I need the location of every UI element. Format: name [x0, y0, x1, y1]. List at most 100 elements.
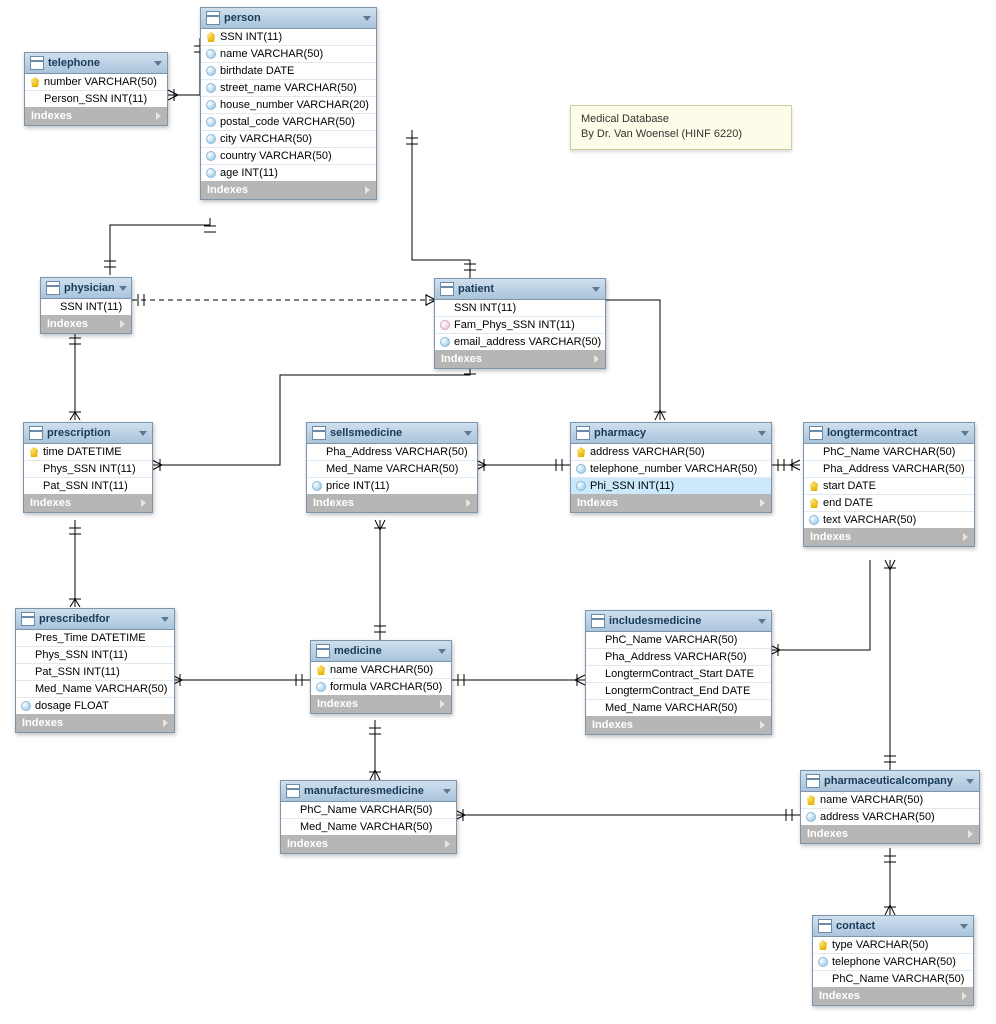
column-row[interactable]: age INT(11) — [201, 165, 376, 181]
entity-title[interactable]: pharmacy — [571, 423, 771, 444]
column-row[interactable]: start DATE — [804, 478, 974, 495]
column-row[interactable]: Pha_Address VARCHAR(50) — [804, 461, 974, 478]
entity-prescription[interactable]: prescriptiontime DATETIMEPhys_SSN INT(11… — [23, 422, 153, 513]
indexes-label: Indexes — [287, 838, 328, 850]
entity-manufacturesmedicine[interactable]: manufacturesmedicinePhC_Name VARCHAR(50)… — [280, 780, 457, 854]
entity-title[interactable]: medicine — [311, 641, 451, 662]
entity-title[interactable]: patient — [435, 279, 605, 300]
column-row[interactable]: Phys_SSN INT(11) — [24, 461, 152, 478]
column-row[interactable]: text VARCHAR(50) — [804, 512, 974, 528]
column-row[interactable]: SSN INT(11) — [201, 29, 376, 46]
triangle-right-icon — [760, 721, 765, 729]
indexes-row[interactable]: Indexes — [41, 315, 131, 333]
column-row[interactable]: Phi_SSN INT(11) — [571, 478, 771, 494]
entity-sellsmedicine[interactable]: sellsmedicinePha_Address VARCHAR(50)Med_… — [306, 422, 478, 513]
entity-pharmaceuticalcompany[interactable]: pharmaceuticalcompanyname VARCHAR(50)add… — [800, 770, 980, 844]
entity-title[interactable]: prescribedfor — [16, 609, 174, 630]
column-row[interactable]: birthdate DATE — [201, 63, 376, 80]
indexes-row[interactable]: Indexes — [201, 181, 376, 199]
entity-title[interactable]: pharmaceuticalcompany — [801, 771, 979, 792]
entity-patient[interactable]: patientSSN INT(11)Fam_Phys_SSN INT(11)em… — [434, 278, 606, 369]
indexes-row[interactable]: Indexes — [804, 528, 974, 546]
indexes-row[interactable]: Indexes — [25, 107, 167, 125]
indexes-row[interactable]: Indexes — [586, 716, 771, 734]
entity-person[interactable]: personSSN INT(11)name VARCHAR(50)birthda… — [200, 7, 377, 200]
column-row[interactable]: dosage FLOAT — [16, 698, 174, 714]
column-row[interactable]: price INT(11) — [307, 478, 477, 494]
entity-title[interactable]: physician — [41, 278, 131, 299]
entity-title[interactable]: prescription — [24, 423, 152, 444]
column-row[interactable]: Person_SSN INT(11) — [25, 91, 167, 107]
column-row[interactable]: PhC_Name VARCHAR(50) — [813, 971, 973, 987]
indexes-row[interactable]: Indexes — [281, 835, 456, 853]
indexes-row[interactable]: Indexes — [813, 987, 973, 1005]
indexes-row[interactable]: Indexes — [16, 714, 174, 732]
column-row[interactable]: email_address VARCHAR(50) — [435, 334, 605, 350]
column-row[interactable]: Pres_Time DATETIME — [16, 630, 174, 647]
entity-title[interactable]: includesmedicine — [586, 611, 771, 632]
column-row[interactable]: Fam_Phys_SSN INT(11) — [435, 317, 605, 334]
column-row[interactable]: Pha_Address VARCHAR(50) — [586, 649, 771, 666]
entity-pharmacy[interactable]: pharmacyaddress VARCHAR(50)telephone_num… — [570, 422, 772, 513]
column-row[interactable]: PhC_Name VARCHAR(50) — [804, 444, 974, 461]
column-row[interactable]: time DATETIME — [24, 444, 152, 461]
column-row[interactable]: name VARCHAR(50) — [201, 46, 376, 63]
entity-medicine[interactable]: medicinename VARCHAR(50)formula VARCHAR(… — [310, 640, 452, 714]
column-row[interactable]: SSN INT(11) — [435, 300, 605, 317]
column-row[interactable]: address VARCHAR(50) — [571, 444, 771, 461]
column-row[interactable]: LongtermContract_End DATE — [586, 683, 771, 700]
entity-title[interactable]: longtermcontract — [804, 423, 974, 444]
column-row[interactable]: PhC_Name VARCHAR(50) — [586, 632, 771, 649]
column-row[interactable]: LongtermContract_Start DATE — [586, 666, 771, 683]
column-row[interactable]: Med_Name VARCHAR(50) — [16, 681, 174, 698]
blank-icon — [591, 686, 601, 696]
entity-telephone[interactable]: telephonenumber VARCHAR(50) Person_SSN IN… — [24, 52, 168, 126]
column-row[interactable]: formula VARCHAR(50) — [311, 679, 451, 695]
column-row[interactable]: address VARCHAR(50) — [801, 809, 979, 825]
column-row[interactable]: number VARCHAR(50) — [25, 74, 167, 91]
column-row[interactable]: Med_Name VARCHAR(50) — [307, 461, 477, 478]
indexes-row[interactable]: Indexes — [307, 494, 477, 512]
key-icon — [818, 940, 828, 950]
column-row[interactable]: house_number VARCHAR(20) — [201, 97, 376, 114]
column-row[interactable]: telephone VARCHAR(50) — [813, 954, 973, 971]
column-row[interactable]: city VARCHAR(50) — [201, 131, 376, 148]
column-row[interactable]: end DATE — [804, 495, 974, 512]
entity-title[interactable]: person — [201, 8, 376, 29]
column-row[interactable]: Pha_Address VARCHAR(50) — [307, 444, 477, 461]
entity-longtermcontract[interactable]: longtermcontractPhC_Name VARCHAR(50)Pha_… — [803, 422, 975, 547]
triangle-right-icon — [156, 112, 161, 120]
column-row[interactable]: SSN INT(11) — [41, 299, 131, 315]
entity-title[interactable]: manufacturesmedicine — [281, 781, 456, 802]
chevron-down-icon — [961, 431, 969, 436]
indexes-row[interactable]: Indexes — [801, 825, 979, 843]
column-row[interactable]: telephone_number VARCHAR(50) — [571, 461, 771, 478]
column-row[interactable]: name VARCHAR(50) — [801, 792, 979, 809]
column-row[interactable]: Med_Name VARCHAR(50) — [281, 819, 456, 835]
column-row[interactable]: Pat_SSN INT(11) — [16, 664, 174, 681]
column-row[interactable]: Med_Name VARCHAR(50) — [586, 700, 771, 716]
column-row[interactable]: country VARCHAR(50) — [201, 148, 376, 165]
column-row[interactable]: name VARCHAR(50) — [311, 662, 451, 679]
entity-physician[interactable]: physicianSSN INT(11)Indexes — [40, 277, 132, 334]
table-icon — [29, 426, 43, 440]
entity-title[interactable]: contact — [813, 916, 973, 937]
indexes-row[interactable]: Indexes — [311, 695, 451, 713]
diamond-icon — [206, 49, 216, 59]
indexes-row[interactable]: Indexes — [24, 494, 152, 512]
column-row[interactable]: postal_code VARCHAR(50) — [201, 114, 376, 131]
column-row[interactable]: PhC_Name VARCHAR(50) — [281, 802, 456, 819]
entity-contact[interactable]: contacttype VARCHAR(50)telephone VARCHAR… — [812, 915, 974, 1006]
column-row[interactable]: type VARCHAR(50) — [813, 937, 973, 954]
indexes-row[interactable]: Indexes — [435, 350, 605, 368]
entity-includesmedicine[interactable]: includesmedicinePhC_Name VARCHAR(50)Pha_… — [585, 610, 772, 735]
indexes-row[interactable]: Indexes — [571, 494, 771, 512]
column-row[interactable]: Phys_SSN INT(11) — [16, 647, 174, 664]
column-row[interactable]: street_name VARCHAR(50) — [201, 80, 376, 97]
entity-prescribedfor[interactable]: prescribedforPres_Time DATETIMEPhys_SSN … — [15, 608, 175, 733]
indexes-label: Indexes — [30, 497, 71, 509]
column-row[interactable]: Pat_SSN INT(11) — [24, 478, 152, 494]
entity-title[interactable]: telephone — [25, 53, 167, 74]
column-label: Person_SSN INT(11) — [44, 93, 147, 105]
entity-title[interactable]: sellsmedicine — [307, 423, 477, 444]
